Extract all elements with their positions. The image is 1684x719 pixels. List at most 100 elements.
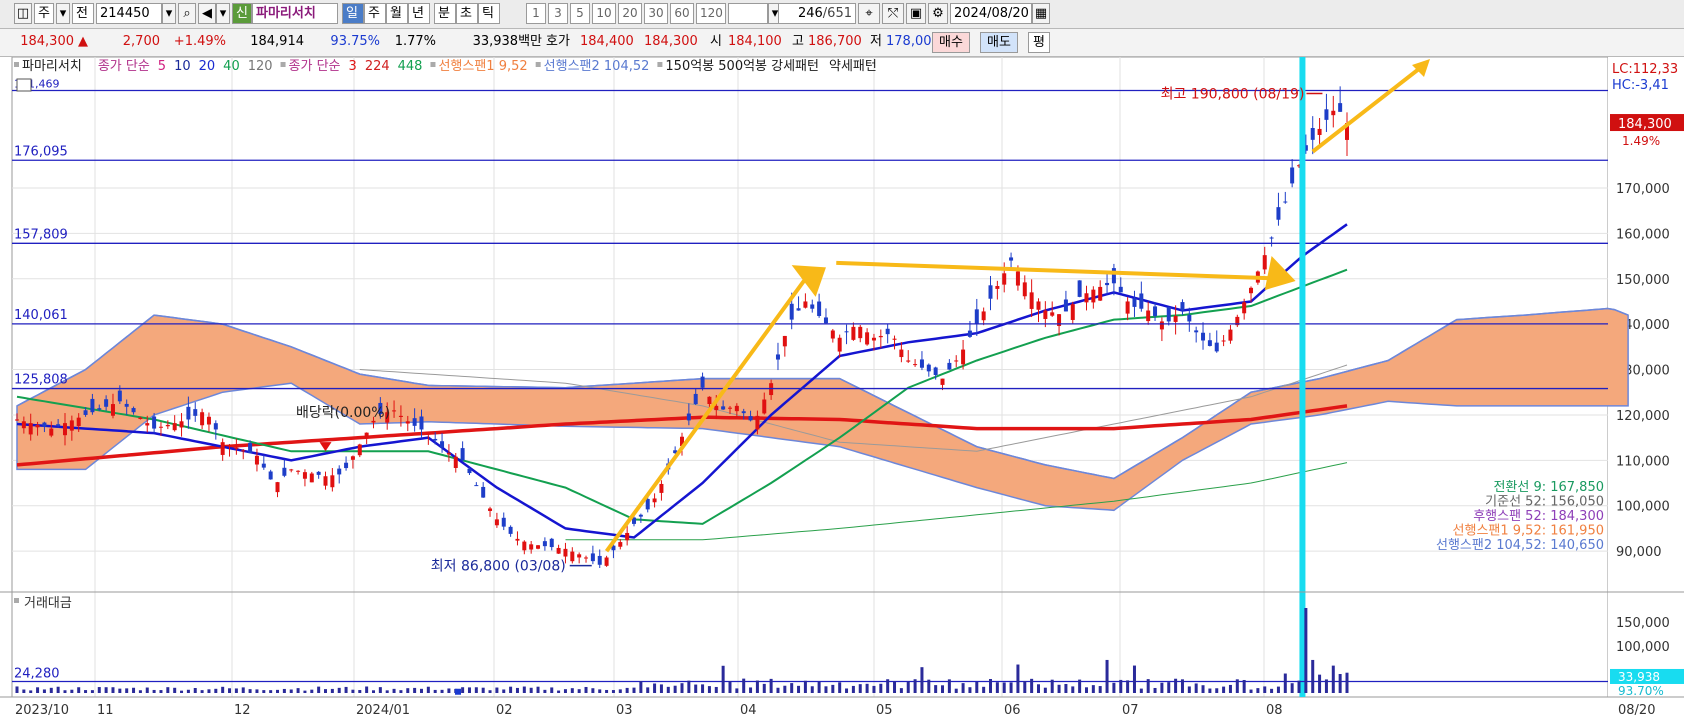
volume-bar <box>755 680 759 693</box>
calendar-icon[interactable]: ▦ <box>1032 3 1050 24</box>
search-icon[interactable]: ⌕ <box>178 3 196 24</box>
interval-5[interactable]: 5 <box>570 3 590 24</box>
volume-bar <box>118 688 122 693</box>
gear-icon[interactable]: ⚙ <box>928 3 948 24</box>
volume-bar <box>282 688 286 693</box>
candle-body <box>158 426 163 428</box>
compare-icon[interactable]: ⤲ <box>882 3 904 24</box>
crosshair-icon[interactable]: ⌖ <box>858 3 880 24</box>
candle-body <box>734 405 739 412</box>
interval-120[interactable]: 120 <box>696 3 726 24</box>
stock-chart[interactable]: 90,000100,000110,000120,000130,000140,00… <box>0 57 1684 719</box>
legend-item: 150억봉 500억봉 강세패턴 <box>665 59 819 74</box>
chevron-down-icon[interactable]: ▾ <box>56 3 70 24</box>
layout-icon[interactable]: ◫ <box>14 3 32 24</box>
interval-20[interactable]: 20 <box>618 3 642 24</box>
volume-bar <box>145 687 149 693</box>
candle-body <box>871 337 876 341</box>
volume-bar <box>303 690 307 693</box>
candle-body <box>1269 237 1274 239</box>
volume-bar <box>1235 679 1239 693</box>
volume-bar <box>762 683 766 693</box>
interval-1[interactable]: 1 <box>526 3 546 24</box>
volume-bar <box>22 689 26 693</box>
period-second[interactable]: 초 <box>456 3 478 24</box>
candle-body <box>1262 255 1267 270</box>
ask-price-1: 184,400 <box>580 34 634 49</box>
candle-body <box>645 498 650 510</box>
prev-button[interactable]: 전 <box>72 3 94 24</box>
x-tick-label: 05 <box>876 703 893 718</box>
candle-body <box>515 538 520 541</box>
volume-bar <box>659 684 663 693</box>
candle-body <box>433 438 438 441</box>
interval-3[interactable]: 3 <box>548 3 568 24</box>
new-badge: 신 <box>232 3 252 24</box>
candle-body <box>1063 299 1068 312</box>
candle-body <box>885 328 890 335</box>
volume-bar <box>337 687 341 693</box>
interval-30[interactable]: 30 <box>644 3 668 24</box>
volume-bar <box>893 681 897 693</box>
code-input[interactable]: 214450 <box>96 3 162 24</box>
volume-bar <box>529 687 533 693</box>
volume-bar <box>851 685 855 693</box>
sell-button[interactable]: 매도 <box>980 32 1018 53</box>
custom-interval-input[interactable] <box>728 3 768 24</box>
volume-bar <box>591 688 595 693</box>
market-select[interactable]: 주 <box>34 3 54 24</box>
volume-bar <box>378 687 382 693</box>
buy-button[interactable]: 매수 <box>932 32 970 53</box>
period-week[interactable]: 주 <box>364 3 386 24</box>
volume-bar <box>433 689 437 693</box>
volume-bar <box>1009 682 1013 693</box>
volume-bar <box>276 689 280 693</box>
save-icon[interactable]: ▣ <box>906 3 926 24</box>
volume-bar <box>214 688 218 693</box>
turnover-rate: 1.77% <box>394 34 436 49</box>
period-month[interactable]: 월 <box>386 3 408 24</box>
volume-bar <box>605 689 609 693</box>
code-dropdown-icon[interactable]: ▾ <box>162 3 176 24</box>
period-tick[interactable]: 틱 <box>478 3 500 24</box>
interval-10[interactable]: 10 <box>592 3 616 24</box>
date-input[interactable]: 2024/08/20 <box>950 3 1032 24</box>
candle-body <box>316 471 321 475</box>
candle-body <box>563 548 568 557</box>
candle-body <box>117 390 122 402</box>
candle-body <box>508 526 513 534</box>
candle-body <box>851 326 856 340</box>
period-year[interactable]: 년 <box>408 3 430 24</box>
volume-bar <box>906 681 910 693</box>
total-value: /651 <box>822 6 852 21</box>
volume-bar <box>824 686 828 693</box>
eval-button[interactable]: 평 <box>1028 32 1050 53</box>
count-input[interactable]: 246/651 <box>778 3 856 24</box>
period-day[interactable]: 일 <box>342 3 364 24</box>
volume-bar <box>399 690 403 693</box>
candle-body <box>248 443 253 454</box>
legend-item: 20 <box>199 59 216 74</box>
volume-bar <box>42 689 46 693</box>
volume-last-pct: 93.70% <box>1618 684 1664 698</box>
candle-body <box>604 557 609 566</box>
volume-bar <box>36 687 40 693</box>
interval-60[interactable]: 60 <box>670 3 694 24</box>
x-tick-label: 2024/01 <box>356 703 410 718</box>
candle-body <box>90 398 95 413</box>
candle-body <box>707 396 712 405</box>
speaker-dropdown-icon[interactable]: ▾ <box>216 3 230 24</box>
period-minute[interactable]: 분 <box>434 3 456 24</box>
volume-bar <box>522 686 526 693</box>
candle-body <box>995 286 1000 289</box>
candle-body <box>652 498 657 503</box>
volume-bar <box>248 689 252 693</box>
speaker-icon[interactable]: ◀ <box>198 3 216 24</box>
volume-bar <box>941 685 945 693</box>
candle-body <box>1214 342 1219 352</box>
candle-body <box>597 555 602 565</box>
support-label: 125,808 <box>14 373 68 388</box>
y-tick-label: 90,000 <box>1616 545 1662 560</box>
volume-bar <box>351 689 355 693</box>
candle-body <box>1132 298 1137 307</box>
